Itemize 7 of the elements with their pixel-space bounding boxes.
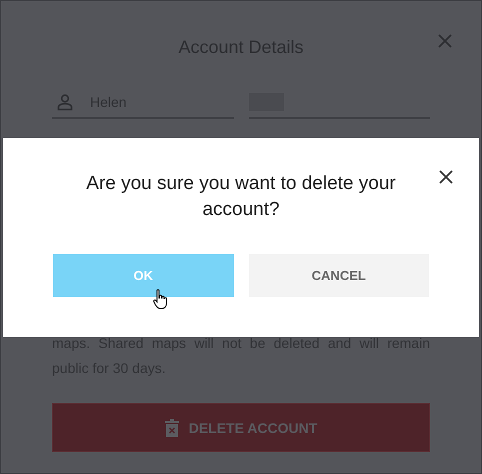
hand-cursor-icon [153, 289, 169, 310]
delete-account-button[interactable]: DELETE ACCOUNT [52, 403, 430, 452]
person-icon [56, 93, 74, 111]
close-icon[interactable] [438, 169, 454, 185]
cancel-button[interactable]: CANCEL [248, 254, 429, 297]
trash-icon [164, 418, 179, 436]
confirm-message: Are you sure you want to delete your account? [85, 172, 397, 222]
